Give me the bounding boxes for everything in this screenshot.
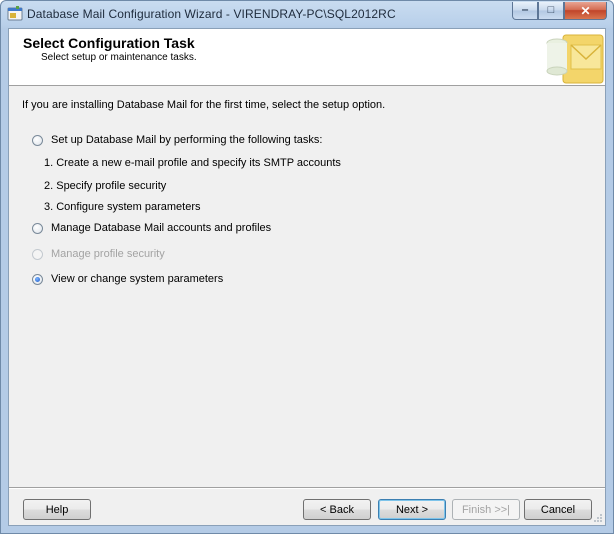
title-bar[interactable]: Database Mail Configuration Wizard - VIR…: [1, 1, 613, 28]
radio-manage-security: [32, 248, 43, 260]
maximize-button[interactable]: □: [538, 2, 564, 20]
option-system-parameters-label: View or change system parameters: [51, 273, 224, 285]
wizard-client-area: Select Configuration Task Select setup o…: [8, 28, 606, 526]
wizard-content: If you are installing Database Mail for …: [9, 86, 605, 486]
cancel-button[interactable]: Cancel: [524, 499, 592, 520]
option-setup-label: Set up Database Mail by performing the f…: [51, 134, 323, 146]
next-button[interactable]: Next >: [378, 499, 446, 520]
caption-buttons: ‒ □ ✕: [512, 2, 607, 21]
minimize-icon: ‒: [521, 4, 529, 16]
option-system-parameters[interactable]: View or change system parameters: [32, 273, 223, 285]
close-icon: ✕: [580, 3, 591, 18]
intro-text: If you are installing Database Mail for …: [22, 99, 386, 111]
wizard-window: Database Mail Configuration Wizard - VIR…: [0, 0, 614, 534]
setup-step-1: 1. Create a new e-mail profile and speci…: [44, 157, 341, 169]
maximize-icon: □: [547, 4, 555, 16]
option-setup[interactable]: Set up Database Mail by performing the f…: [32, 134, 322, 146]
radio-system-parameters[interactable]: [32, 273, 43, 285]
wizard-app-icon: [7, 6, 23, 21]
database-mail-envelope-icon: [541, 29, 605, 84]
footer-divider: [9, 487, 605, 489]
finish-button: Finish >>|: [452, 499, 520, 520]
page-title: Select Configuration Task: [23, 35, 195, 51]
minimize-button[interactable]: ‒: [512, 2, 538, 20]
option-manage-accounts[interactable]: Manage Database Mail accounts and profil…: [32, 222, 271, 234]
radio-manage-accounts[interactable]: [32, 222, 43, 234]
option-manage-security-label: Manage profile security: [51, 248, 165, 260]
option-manage-accounts-label: Manage Database Mail accounts and profil…: [51, 222, 272, 234]
page-subtitle: Select setup or maintenance tasks.: [41, 52, 197, 63]
setup-step-2: 2. Specify profile security: [44, 180, 167, 192]
help-button[interactable]: Help: [23, 499, 91, 520]
option-manage-security: Manage profile security: [32, 248, 165, 260]
window-title: Database Mail Configuration Wizard - VIR…: [27, 7, 396, 21]
setup-step-3: 3. Configure system parameters: [44, 201, 201, 213]
resize-grip-icon[interactable]: [593, 513, 603, 523]
close-button[interactable]: ✕: [564, 2, 607, 20]
radio-setup[interactable]: [32, 134, 43, 146]
wizard-header: Select Configuration Task Select setup o…: [9, 29, 605, 86]
back-button[interactable]: < Back: [303, 499, 371, 520]
